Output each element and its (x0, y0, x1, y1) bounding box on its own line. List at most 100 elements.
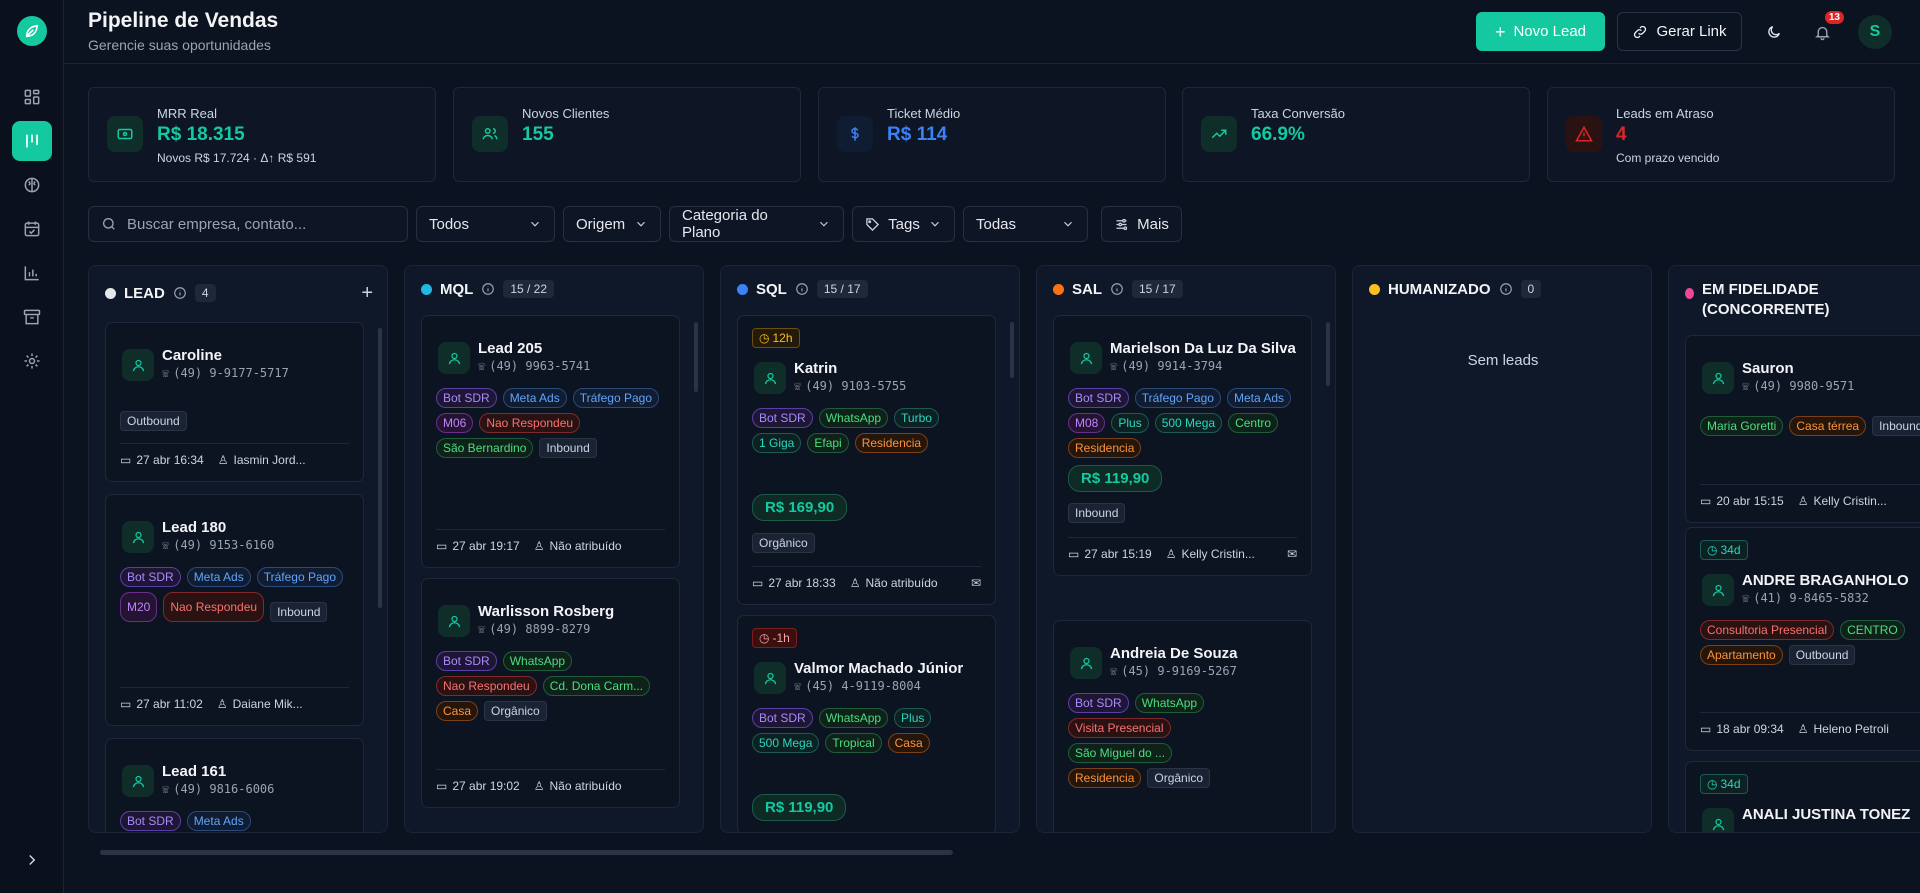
lead-card[interactable]: Andreia De Souza ☏ (45) 9-9169-5267 Bot S… (1053, 620, 1312, 832)
user-icon (1080, 352, 1092, 364)
stat-label: Taxa Conversão (1251, 106, 1345, 121)
owner-value: Iasmin Jord... (233, 453, 306, 467)
date-value: 18 abr 09:34 (1716, 722, 1784, 736)
user-icon (1712, 584, 1724, 596)
phone-value: (45) 4-9119-8004 (805, 679, 921, 693)
column-lead: LEAD 4 + Caroline ☏ (49) 9-9177-5717 Outb… (88, 265, 388, 833)
gear-icon (24, 353, 40, 369)
lead-card[interactable]: Sauron ☏ (49) 9980-9571 Maria Goretti Cas… (1685, 335, 1920, 523)
column-scrollbar[interactable] (1326, 322, 1330, 386)
phone-icon: ☏ (478, 359, 486, 373)
time-value: 34d (1720, 543, 1741, 557)
column-scrollbar[interactable] (694, 322, 698, 392)
search-box (88, 206, 408, 242)
stat-mrr: MRR Real R$ 18.315 Novos R$ 17.724 · Δ↑ … (88, 87, 436, 182)
calendar-icon: ▭ (436, 779, 448, 793)
nav-reports[interactable] (12, 253, 52, 293)
add-lead-plus-icon[interactable]: + (361, 282, 373, 305)
app-logo[interactable] (17, 16, 47, 46)
card-tags: Bot SDR WhatsApp Turbo 1 Giga Efapi Resi… (752, 408, 985, 453)
user-avatar[interactable]: S (1858, 15, 1892, 49)
contact-avatar (438, 605, 470, 637)
generate-link-button[interactable]: Gerar Link (1617, 12, 1742, 51)
nav-archive[interactable] (12, 297, 52, 337)
phone-icon: ☏ (794, 679, 802, 693)
phone-value: (49) 9103-5755 (805, 379, 907, 393)
info-icon[interactable] (173, 286, 187, 300)
lead-card[interactable]: ◷ 12h Katrin ☏ (49) 9103-5755 Bot SDR Wha… (737, 315, 996, 605)
tag: Bot SDR (120, 567, 181, 587)
info-icon[interactable] (1499, 282, 1513, 296)
nav-settings[interactable] (12, 341, 52, 381)
more-filters-button[interactable]: Mais (1101, 206, 1182, 242)
phone-icon: ☏ (478, 622, 486, 636)
tag: Tráfego Pago (1134, 388, 1221, 408)
stat-sub: Com prazo vencido (1616, 151, 1720, 165)
lead-card[interactable]: ◷ 34d ANALI JUSTINA TONEZ (1685, 761, 1920, 832)
contact-avatar (1070, 342, 1102, 374)
time-value: -1h (772, 631, 790, 645)
plan-category-filter-value: Categoria do Plano (682, 207, 768, 241)
column-count: 0 (1520, 280, 1542, 298)
tag: Casa (887, 733, 930, 753)
tag: Tráfego Pago (256, 567, 343, 587)
bell-icon (1814, 26, 1830, 40)
lead-card[interactable]: Caroline ☏ (49) 9-9177-5717 Outbound ▭ 27 … (105, 322, 364, 482)
plan-category-filter[interactable]: Categoria do Plano (669, 206, 844, 242)
lead-card[interactable]: ◷ -1h Valmor Machado Júnior ☏ (45) 4-9119… (737, 615, 996, 832)
column-header: SAL 15 / 17 (1053, 280, 1183, 298)
owner-value: Heleno Petroli (1813, 722, 1889, 736)
notifications-button[interactable]: 13 (1806, 11, 1844, 48)
nav-calendar[interactable] (12, 209, 52, 249)
contact-avatar (122, 521, 154, 553)
horizontal-scrollbar[interactable] (100, 850, 953, 855)
lead-card[interactable]: ◷ 34d ANDRE BRAGANHOLO ☏ (41) 9-8465-5832… (1685, 527, 1920, 751)
expand-sidebar-button[interactable] (20, 848, 44, 872)
column-scrollbar[interactable] (378, 328, 382, 608)
lead-card[interactable]: Lead 161 ☏ (49) 9816-6006 Bot SDR Meta Ad… (105, 738, 364, 832)
column-scrollbar[interactable] (1010, 322, 1014, 378)
new-lead-button[interactable]: + Novo Lead (1476, 12, 1605, 51)
card-phone: ☏ (49) 9-9177-5717 (162, 366, 289, 380)
archive-icon (23, 309, 41, 325)
column-title: SQL (756, 280, 787, 298)
column-count: 15 / 17 (816, 280, 868, 298)
column-header: MQL 15 / 22 (421, 280, 555, 298)
chevron-down-icon (820, 221, 828, 227)
phone-value: (49) 9816-6006 (173, 782, 275, 796)
user-icon (1080, 657, 1092, 669)
search-input[interactable] (127, 215, 397, 233)
mail-icon[interactable]: ✉ (971, 576, 981, 590)
owner-value: Não atribuído (549, 779, 622, 793)
tags-filter[interactable]: Tags (852, 206, 955, 242)
mail-icon[interactable]: ✉ (1287, 547, 1297, 561)
column-em-fidelidade: EM FIDELIDADE (CONCORRENTE) Sauron ☏ (49)… (1668, 265, 1920, 833)
card-tags: Bot SDR WhatsApp Visita Presencial São M… (1068, 693, 1251, 788)
nav-pipeline[interactable] (12, 121, 52, 161)
date-value: 20 abr 15:15 (1716, 494, 1784, 508)
owner-value: Kelly Cristin... (1181, 547, 1255, 561)
column-color-dot (737, 283, 748, 295)
info-icon[interactable] (481, 282, 495, 296)
card-name: Lead 180 (162, 519, 227, 536)
tag: CENTRO (1840, 620, 1905, 640)
nav-dashboard[interactable] (12, 77, 52, 117)
kanban-icon (26, 134, 38, 148)
lead-card[interactable]: Warlisson Rosberg ☏ (49) 8899-8279 Bot SD… (421, 578, 680, 808)
card-footer: ▭ 27 abr 16:34 ♙ Iasmin Jord... (120, 443, 349, 467)
origin-filter[interactable]: Origem (563, 206, 661, 242)
period-filter[interactable]: Todas (963, 206, 1088, 242)
contact-avatar (1070, 647, 1102, 679)
lead-card[interactable]: Marielson Da Luz Da Silva ☏ (49) 9914-379… (1053, 315, 1312, 576)
lead-card[interactable]: Lead 205 ☏ (49) 9963-5741 Bot SDR Meta Ad… (421, 315, 680, 568)
lead-card[interactable]: Lead 180 ☏ (49) 9153-6160 Bot SDR Meta Ad… (105, 494, 364, 726)
theme-toggle-button[interactable] (1758, 16, 1790, 48)
info-icon[interactable] (1110, 282, 1124, 296)
info-icon[interactable] (795, 282, 809, 296)
chevron-down-icon (637, 221, 645, 227)
card-phone: ☏ (49) 9963-5741 (478, 359, 590, 373)
nav-brain[interactable] (12, 165, 52, 205)
column-header: LEAD 4 (105, 284, 216, 302)
column-title: MQL (440, 280, 474, 298)
status-filter[interactable]: Todos (416, 206, 555, 242)
